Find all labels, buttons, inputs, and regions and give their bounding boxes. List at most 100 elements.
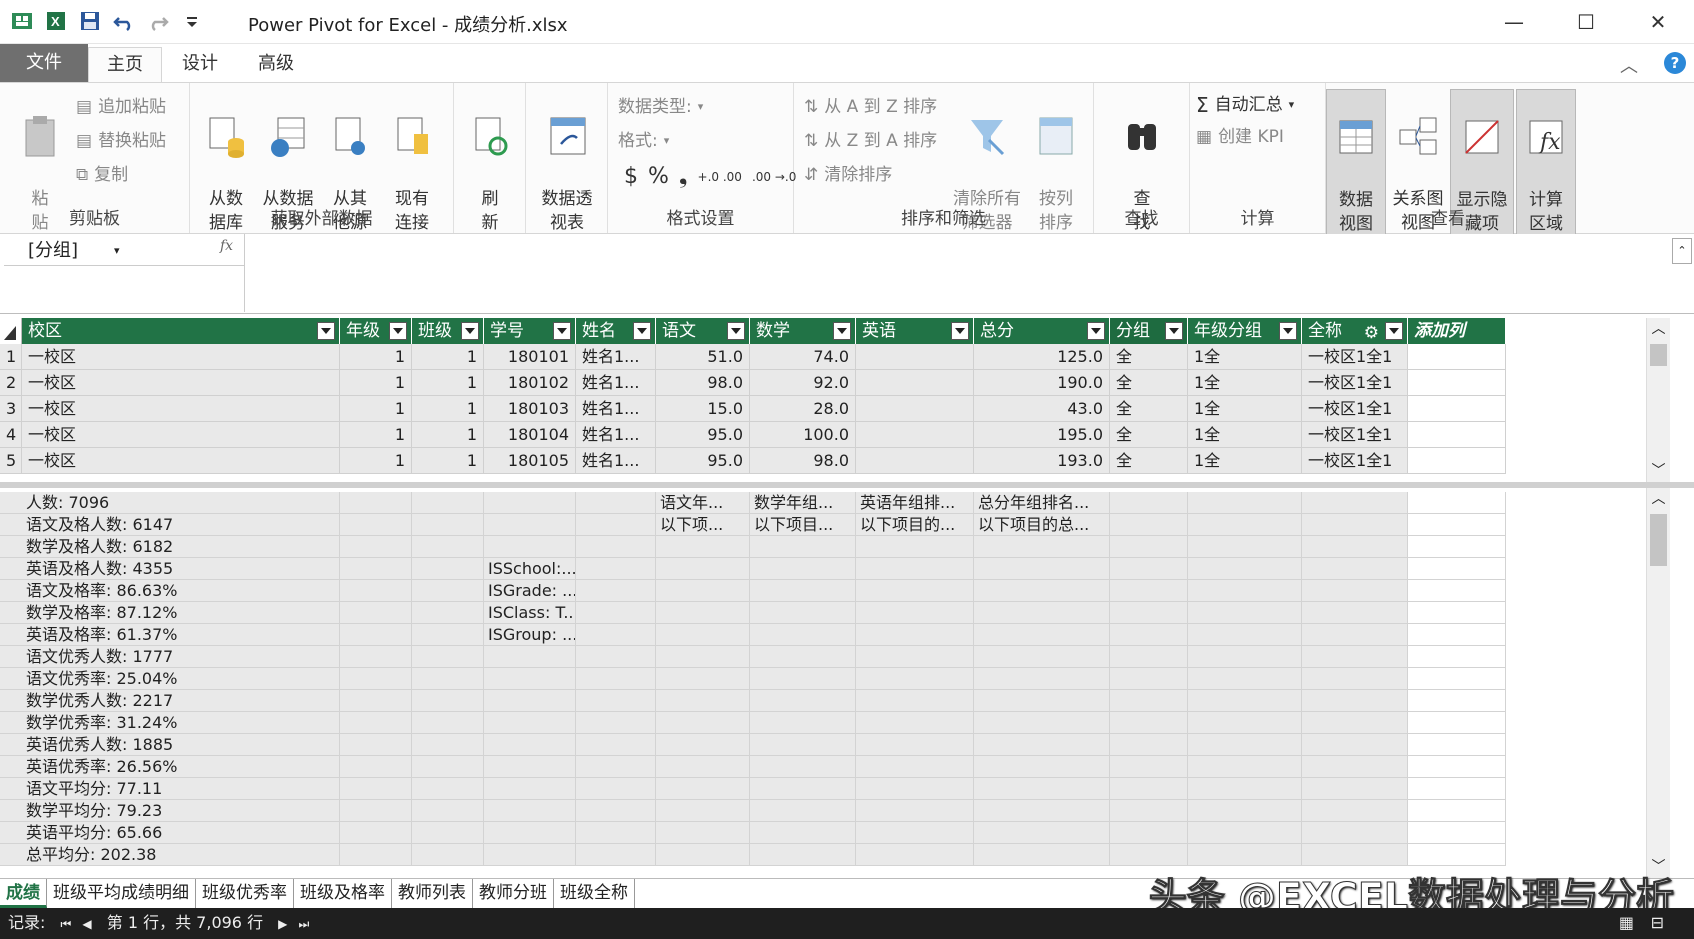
scroll-up-icon[interactable]: ︿	[1647, 318, 1670, 338]
measure-cell[interactable]	[974, 668, 1110, 690]
tab-advanced[interactable]: 高级	[240, 47, 312, 82]
measure-cell[interactable]: ISGroup: ...	[484, 624, 576, 646]
pivot-table-button[interactable]: 数据透 视表	[534, 89, 600, 235]
measure-cell[interactable]	[1302, 844, 1408, 866]
measure-cell[interactable]	[1408, 778, 1506, 800]
measure-cell[interactable]	[1188, 844, 1302, 866]
measure-cell[interactable]	[974, 778, 1110, 800]
measure-cell[interactable]	[1110, 668, 1188, 690]
measure-cell[interactable]	[1188, 756, 1302, 778]
sort-a-to-z-button[interactable]: ⇅ 从 A 到 Z 排序	[804, 93, 937, 121]
measure-cell[interactable]	[340, 580, 412, 602]
table-cell[interactable]: 1全	[1188, 370, 1302, 396]
tab-file[interactable]: 文件	[0, 44, 88, 82]
measure-cell[interactable]	[1408, 536, 1506, 558]
filter-dropdown-icon[interactable]	[1165, 322, 1183, 340]
decrease-decimal-button[interactable]: .00 →.0	[752, 163, 796, 191]
measure-cell[interactable]	[856, 536, 974, 558]
measure-cell[interactable]	[1188, 668, 1302, 690]
filter-dropdown-icon[interactable]	[1279, 322, 1297, 340]
measure-cell[interactable]	[340, 844, 412, 866]
measure-cell[interactable]: 数学年组...	[750, 492, 856, 514]
measure-cell[interactable]	[576, 712, 656, 734]
measure-cell[interactable]: 英语及格人数: 4355	[0, 558, 340, 580]
clear-sort-button[interactable]: ⇵ 清除排序	[804, 161, 892, 189]
measure-cell[interactable]	[750, 646, 856, 668]
column-header-selected[interactable]: 分组	[1110, 318, 1188, 344]
measure-cell[interactable]	[1110, 712, 1188, 734]
measure-cell[interactable]	[1110, 756, 1188, 778]
measure-cell[interactable]	[1408, 492, 1506, 514]
table-cell[interactable]: 98.0	[656, 370, 750, 396]
measure-cell[interactable]	[412, 778, 484, 800]
column-header[interactable]: 年级	[340, 318, 412, 344]
measure-cell[interactable]	[340, 646, 412, 668]
table-cell[interactable]: 姓名1...	[576, 396, 656, 422]
measure-cell[interactable]	[412, 492, 484, 514]
measure-cell[interactable]	[856, 624, 974, 646]
measure-cell[interactable]	[1110, 844, 1188, 866]
measure-cell[interactable]	[656, 602, 750, 624]
measure-cell[interactable]	[974, 580, 1110, 602]
measure-cell[interactable]	[974, 646, 1110, 668]
measure-cell[interactable]	[856, 756, 974, 778]
measure-cell[interactable]	[340, 492, 412, 514]
measure-cell[interactable]	[856, 844, 974, 866]
autosum-button[interactable]: Σ 自动汇总 ▾	[1196, 91, 1294, 119]
measure-cell[interactable]	[412, 536, 484, 558]
row-number[interactable]: 2	[0, 370, 22, 396]
measure-cell[interactable]: 英语优秀人数: 1885	[0, 734, 340, 756]
column-header[interactable]: 全称 ⚙	[1302, 318, 1408, 344]
measure-cell[interactable]	[576, 734, 656, 756]
table-cell[interactable]: 193.0	[974, 448, 1110, 474]
table-cell[interactable]: 1	[340, 396, 412, 422]
measure-cell[interactable]	[974, 602, 1110, 624]
measure-cell[interactable]	[974, 536, 1110, 558]
measure-cell[interactable]	[1302, 624, 1408, 646]
column-header[interactable]: 姓名	[576, 318, 656, 344]
measure-cell[interactable]	[656, 624, 750, 646]
filter-dropdown-icon[interactable]	[1385, 322, 1403, 340]
table-row[interactable]: 2 一校区 1 1 180102 姓名1... 98.0 92.0 190.0 全 1全 一校区1全1	[0, 370, 1506, 396]
measure-cell[interactable]	[412, 624, 484, 646]
table-cell[interactable]: 1	[412, 344, 484, 370]
measure-cell[interactable]	[1188, 602, 1302, 624]
save-icon[interactable]	[78, 9, 102, 33]
column-header[interactable]: 学号	[484, 318, 576, 344]
sheet-tab[interactable]: 班级优秀率	[196, 879, 294, 908]
measure-cell[interactable]	[1188, 492, 1302, 514]
measure-cell[interactable]	[1302, 778, 1408, 800]
measure-cell[interactable]: 以下项目的总...	[974, 514, 1110, 536]
measure-cell[interactable]	[1302, 690, 1408, 712]
measure-cell[interactable]: 以下项...	[656, 514, 750, 536]
table-cell[interactable]: 1	[412, 396, 484, 422]
table-cell[interactable]: 1	[340, 370, 412, 396]
table-cell[interactable]	[856, 370, 974, 396]
table-cell[interactable]: 全	[1110, 344, 1188, 370]
measure-cell[interactable]	[656, 668, 750, 690]
measure-cell[interactable]	[484, 668, 576, 690]
measure-cell[interactable]	[1302, 646, 1408, 668]
measure-cell[interactable]	[576, 558, 656, 580]
table-cell[interactable]: 1	[412, 422, 484, 448]
row-number[interactable]: 4	[0, 422, 22, 448]
table-cell[interactable]: 92.0	[750, 370, 856, 396]
table-cell[interactable]: 一校区	[22, 396, 340, 422]
table-cell[interactable]: 全	[1110, 448, 1188, 474]
measure-cell[interactable]: 人数: 7096	[0, 492, 340, 514]
sheet-tab[interactable]: 教师列表	[392, 879, 473, 908]
measure-cell[interactable]	[340, 690, 412, 712]
measure-cell[interactable]	[974, 844, 1110, 866]
measure-cell[interactable]	[1302, 536, 1408, 558]
measure-cell[interactable]: ISGrade: ...	[484, 580, 576, 602]
measure-cell[interactable]	[750, 712, 856, 734]
scroll-up-icon[interactable]: ︿	[1647, 488, 1670, 508]
replace-paste-button[interactable]: ▤ 替换粘贴	[76, 127, 166, 155]
measure-cell[interactable]	[340, 734, 412, 756]
measure-cell[interactable]	[1110, 690, 1188, 712]
measure-cell[interactable]	[656, 558, 750, 580]
measure-cell[interactable]	[1302, 668, 1408, 690]
measure-cell[interactable]	[656, 778, 750, 800]
scroll-thumb[interactable]	[1650, 344, 1667, 366]
measure-cell[interactable]	[1188, 800, 1302, 822]
